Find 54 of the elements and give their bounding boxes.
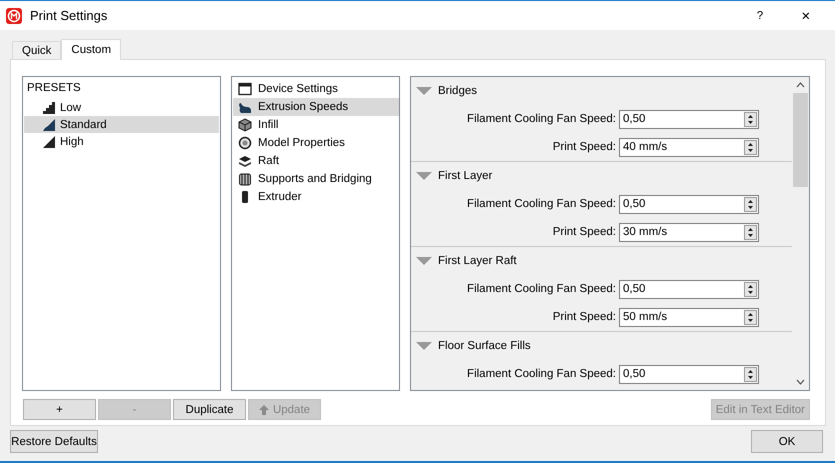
- spinner-arrows-icon[interactable]: [744, 112, 757, 126]
- cage-icon: [238, 172, 252, 186]
- close-button[interactable]: ✕: [783, 2, 829, 30]
- spin-field[interactable]: 40 mm/s: [619, 138, 759, 156]
- layers-icon: [238, 154, 252, 168]
- preset-button[interactable]: +: [23, 399, 96, 420]
- tab[interactable]: Custom: [61, 39, 122, 60]
- target-icon: [238, 136, 252, 150]
- field-label: Filament Cooling Fan Speed:: [467, 198, 616, 210]
- spinner-arrows-icon[interactable]: [744, 310, 757, 324]
- field-label: Filament Cooling Fan Speed:: [467, 113, 616, 125]
- help-button[interactable]: ?: [737, 2, 783, 30]
- field-label: Filament Cooling Fan Speed:: [467, 368, 616, 380]
- spinner-arrows-icon[interactable]: [744, 366, 757, 382]
- spin-field[interactable]: 30 mm/s: [619, 222, 759, 242]
- category-item[interactable]: Device Settings: [233, 80, 399, 98]
- spin-field[interactable]: 0,50: [619, 280, 759, 298]
- restore-defaults-button[interactable]: Restore Defaults: [10, 430, 98, 453]
- app-logo-icon: [6, 8, 22, 24]
- category-item[interactable]: Raft: [233, 152, 399, 170]
- preset-button[interactable]: Duplicate: [173, 399, 246, 420]
- spin-field[interactable]: 50 mm/s: [619, 308, 759, 326]
- tab[interactable]: Quick: [12, 41, 62, 60]
- spin-field[interactable]: 0,50: [619, 364, 759, 384]
- category-item[interactable]: Infill: [233, 116, 399, 134]
- cube-icon: [238, 118, 252, 132]
- preset-item[interactable]: High: [24, 133, 219, 150]
- category-item[interactable]: Extruder: [233, 188, 399, 206]
- quality-icon: [43, 118, 55, 130]
- ok-button[interactable]: OK: [751, 430, 823, 453]
- spinner-arrows-icon[interactable]: [744, 196, 757, 212]
- window-title: Print Settings: [30, 8, 108, 23]
- field-label: Print Speed:: [552, 226, 616, 238]
- section-title: First Layer: [438, 170, 492, 182]
- spin-field[interactable]: 0,50: [619, 194, 759, 214]
- presets-heading: PRESETS: [26, 81, 82, 96]
- spinner-arrows-icon[interactable]: [744, 224, 757, 240]
- window-icon: [238, 82, 252, 96]
- spinner-arrows-icon[interactable]: [744, 282, 757, 296]
- field-label: Print Speed:: [552, 141, 616, 153]
- preset-item[interactable]: Low: [24, 99, 219, 116]
- field-label: Print Speed:: [552, 311, 616, 323]
- section-title: Bridges: [438, 85, 477, 97]
- quality-icon: [43, 136, 55, 148]
- field-label: Filament Cooling Fan Speed:: [467, 283, 616, 295]
- preset-item[interactable]: Standard: [24, 116, 219, 133]
- section-title: First Layer Raft: [438, 255, 517, 267]
- spinner-arrows-icon[interactable]: [744, 140, 757, 154]
- category-item[interactable]: Model Properties: [233, 134, 399, 152]
- category-item[interactable]: Supports and Bridging: [233, 170, 399, 188]
- quality-icon: [43, 102, 55, 114]
- section-title: Floor Surface Fills: [438, 340, 531, 352]
- category-item[interactable]: Extrusion Speeds: [233, 98, 399, 116]
- spin-field[interactable]: 0,50: [619, 110, 759, 128]
